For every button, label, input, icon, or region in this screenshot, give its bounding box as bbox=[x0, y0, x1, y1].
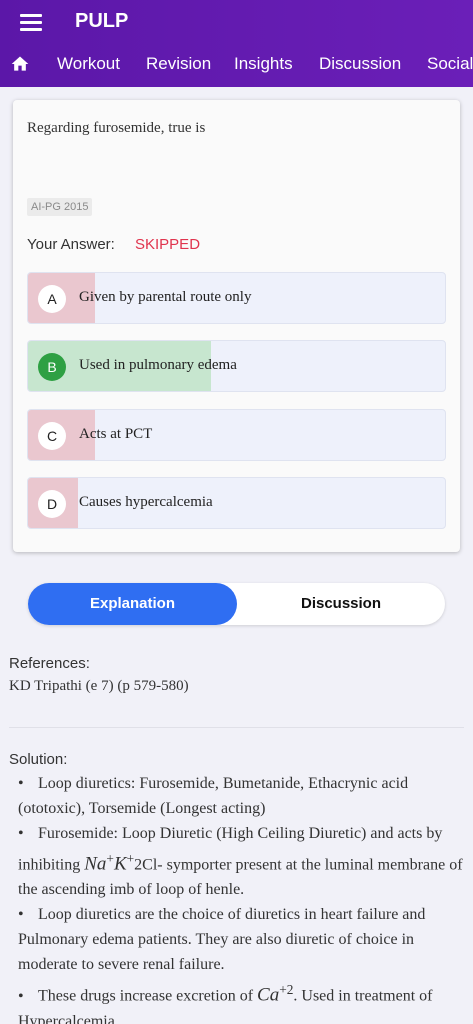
bullet: • bbox=[18, 906, 24, 924]
your-answer-label: Your Answer: bbox=[27, 236, 115, 253]
solution-bullet-3: • Loop diuretics are the choice of diuret… bbox=[18, 902, 468, 977]
option-b[interactable]: B Used in pulmonary edema bbox=[27, 340, 446, 392]
nav-tabs: Workout Revision Insights Discussion Soc… bbox=[0, 48, 473, 80]
option-d-text: Causes hypercalcemia bbox=[79, 494, 213, 510]
references-heading: References: bbox=[9, 655, 90, 672]
app-bar: PULP Workout Revision Insights Discussio… bbox=[0, 0, 473, 87]
solution-bullet-2: • Furosemide: Loop Diuretic (High Ceiling… bbox=[18, 821, 468, 902]
option-b-text: Used in pulmonary edema bbox=[79, 357, 237, 373]
app-title: PULP bbox=[75, 10, 129, 32]
explanation-tab[interactable]: Explanation bbox=[28, 583, 237, 625]
solution-text-4a: These drugs increase excretion of bbox=[38, 987, 254, 1005]
chloride-symbol: 2Cl bbox=[134, 856, 158, 874]
tab-discussion[interactable]: Discussion bbox=[319, 54, 401, 74]
option-c-text: Acts at PCT bbox=[79, 426, 153, 442]
option-d[interactable]: D Causes hypercalcemia bbox=[27, 477, 446, 529]
solution-text-3: Loop diuretics are the choice of diureti… bbox=[18, 906, 426, 974]
tab-social[interactable]: Social bbox=[427, 54, 473, 74]
solution-bullet-1: • Loop diuretics: Furosemide, Bumetanide,… bbox=[18, 771, 468, 821]
home-icon[interactable] bbox=[10, 54, 30, 74]
solution-heading: Solution: bbox=[9, 751, 68, 768]
option-a-text: Given by parental route only bbox=[79, 289, 252, 305]
option-a-badge: A bbox=[38, 285, 66, 313]
bullet: • bbox=[18, 825, 24, 842]
divider bbox=[9, 727, 464, 728]
discussion-tab[interactable]: Discussion bbox=[237, 583, 445, 625]
menu-icon[interactable] bbox=[20, 14, 44, 32]
tab-workout[interactable]: Workout bbox=[57, 54, 120, 74]
calcium-charge: +2 bbox=[279, 982, 294, 998]
solution-list: • Loop diuretics: Furosemide, Bumetanide,… bbox=[18, 771, 468, 1024]
tab-revision[interactable]: Revision bbox=[146, 54, 211, 74]
explanation-discussion-toggle: Explanation Discussion bbox=[28, 583, 445, 625]
option-c-badge: C bbox=[38, 422, 66, 450]
calcium-symbol: Ca bbox=[257, 984, 280, 1006]
option-b-badge: B bbox=[38, 353, 66, 381]
bullet: • bbox=[18, 987, 24, 1005]
solution-bullet-4: • These drugs increase excretion of Ca+2.… bbox=[18, 977, 468, 1024]
bullet: • bbox=[18, 775, 24, 792]
references-text: KD Tripathi (e 7) (p 579-580) bbox=[9, 678, 189, 694]
answer-status: SKIPPED bbox=[135, 236, 201, 253]
option-c[interactable]: C Acts at PCT bbox=[27, 409, 446, 461]
potassium-symbol: K bbox=[113, 853, 127, 875]
question-card: Regarding furosemide, true is AI-PG 2015… bbox=[13, 100, 460, 552]
option-a[interactable]: A Given by parental route only bbox=[27, 272, 446, 324]
tab-insights[interactable]: Insights bbox=[234, 54, 293, 74]
sodium-symbol: Na bbox=[84, 853, 107, 875]
exam-tag: AI-PG 2015 bbox=[27, 198, 93, 216]
solution-text-1: Loop diuretics: Furosemide, Bumetanide, … bbox=[18, 775, 409, 817]
option-d-badge: D bbox=[38, 490, 66, 518]
question-text: Regarding furosemide, true is bbox=[27, 120, 206, 136]
sodium-charge: + bbox=[106, 851, 114, 866]
